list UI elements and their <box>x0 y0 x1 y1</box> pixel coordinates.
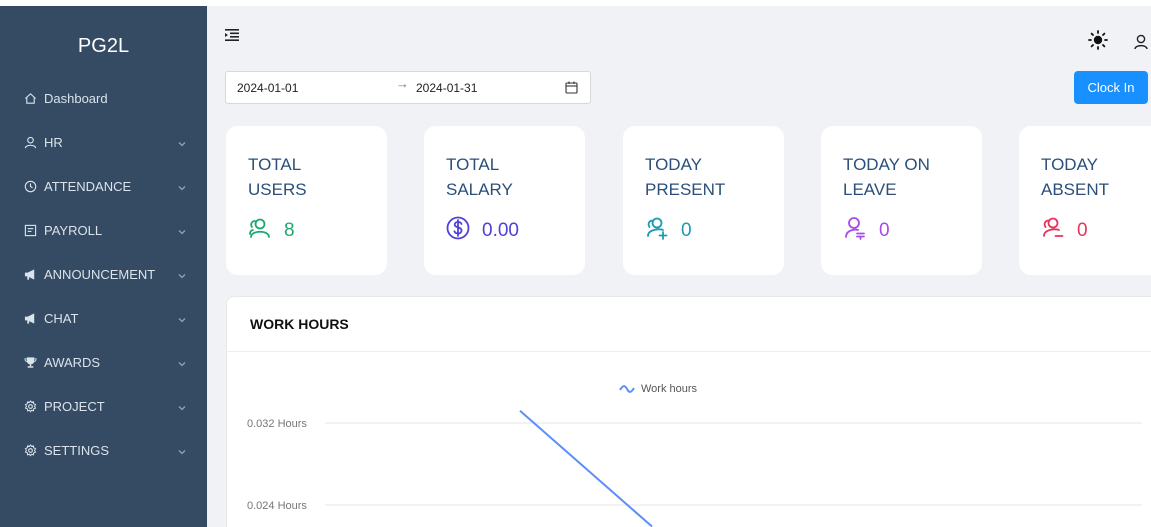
work-hours-panel: WORK HOURS 0.032 Hours 0.024 Hours Work h… <box>226 296 1151 527</box>
sun-icon[interactable] <box>1088 30 1108 50</box>
stat-label: TODAY ON LEAVE <box>843 152 958 202</box>
y-tick-label: 0.032 Hours <box>247 418 307 430</box>
stat-value: 0 <box>681 219 692 241</box>
stat-value: 0 <box>879 219 890 241</box>
stat-label-line2: ABSENT <box>1041 180 1110 199</box>
series-line-work-hours[interactable] <box>519 409 653 527</box>
chevron-down-icon <box>177 357 187 367</box>
menu-fold-icon[interactable] <box>225 28 239 46</box>
stat-label: TODAY ABSENT <box>1041 152 1151 202</box>
end-date-input[interactable]: 2024-01-31 <box>416 81 477 95</box>
stat-card: TODAY PRESENT 0 <box>623 126 784 275</box>
sidebar-item-attendance[interactable]: ATTENDANCE <box>0 164 207 208</box>
stat-card: TOTAL USERS 8 <box>226 126 387 275</box>
stat-label: TOTAL SALARY <box>446 152 561 202</box>
home-icon <box>22 90 38 106</box>
stat-label: TODAY PRESENT <box>645 152 760 202</box>
chevron-down-icon <box>177 313 187 323</box>
brand-logo[interactable]: PG2L <box>0 6 207 78</box>
users-icon <box>248 216 272 245</box>
stat-label-line2: LEAVE <box>843 180 897 199</box>
chevron-down-icon <box>177 225 187 235</box>
gear-icon <box>22 442 38 458</box>
clock-in-button[interactable]: Clock In <box>1074 71 1148 104</box>
trophy-icon <box>22 354 38 370</box>
chevron-down-icon <box>177 137 187 147</box>
calendar-icon[interactable] <box>565 81 578 94</box>
sidebar-item-label: PROJECT <box>44 398 105 414</box>
stat-label-line1: TODAY <box>645 155 702 174</box>
stat-label-line1: TODAY ON <box>843 155 930 174</box>
sidebar-item-project[interactable]: PROJECT <box>0 384 207 428</box>
stat-label-line1: TODAY <box>1041 155 1098 174</box>
sidebar-item-label: AWARDS <box>44 354 101 370</box>
stat-value: 0.00 <box>482 219 519 241</box>
stat-label-line2: PRESENT <box>645 180 726 199</box>
work-hours-chart: 0.032 Hours 0.024 Hours <box>247 409 1142 527</box>
sidebar-item-label: ATTENDANCE <box>44 178 132 194</box>
megaphone-icon <box>22 266 38 282</box>
stat-card: TOTAL SALARY 0.00 <box>424 126 585 275</box>
sidebar-item-awards[interactable]: AWARDS <box>0 340 207 384</box>
range-separator: → <box>396 76 409 91</box>
chevron-down-icon <box>177 445 187 455</box>
sidebar-item-payroll[interactable]: PAYROLL <box>0 208 207 252</box>
megaphone-icon <box>22 310 38 326</box>
chevron-down-icon <box>177 181 187 191</box>
legend-label: Work hours <box>641 383 698 395</box>
chevron-down-icon <box>177 269 187 279</box>
sidebar-item-label: CHAT <box>44 310 79 326</box>
stat-card: TODAY ABSENT 0 <box>1019 126 1151 275</box>
user-leave-icon <box>843 216 867 245</box>
form-icon <box>22 222 38 238</box>
stat-value: 0 <box>1077 219 1088 241</box>
sidebar-item-label: ANNOUNCEMENT <box>44 266 156 282</box>
stat-value: 8 <box>284 219 295 241</box>
gear-icon <box>22 398 38 414</box>
stat-label-line2: SALARY <box>446 180 513 199</box>
stat-label-line2: USERS <box>248 180 307 199</box>
main-content: 2024-01-01 → 2024-01-31 Clock In TOTAL US… <box>207 0 1151 527</box>
y-tick-label: 0.024 Hours <box>247 500 307 512</box>
stat-label-line1: TOTAL <box>248 155 302 174</box>
sidebar-item-label: HR <box>44 134 63 150</box>
stat-label: TOTAL USERS <box>248 152 363 202</box>
dollar-icon <box>446 216 470 245</box>
legend-line-icon <box>619 385 635 393</box>
sidebar-item-label: PAYROLL <box>44 222 103 238</box>
sidebar-item-dashboard[interactable]: Dashboard <box>0 78 207 118</box>
start-date-input[interactable]: 2024-01-01 <box>237 81 298 95</box>
user-icon[interactable] <box>1134 34 1148 50</box>
user-add-icon <box>645 216 669 245</box>
sidebar-item-announcement[interactable]: ANNOUNCEMENT <box>0 252 207 296</box>
sidebar-item-settings[interactable]: SETTINGS <box>0 428 207 472</box>
clock-icon <box>22 178 38 194</box>
stat-card: TODAY ON LEAVE 0 <box>821 126 982 275</box>
user-icon <box>22 134 38 150</box>
chevron-down-icon <box>177 401 187 411</box>
sidebar: PG2L Dashboard HR ATTENDANCE PAYROLL ANNOUNC… <box>0 0 207 527</box>
date-range-picker[interactable]: 2024-01-01 → 2024-01-31 <box>225 71 591 104</box>
sidebar-item-chat[interactable]: CHAT <box>0 296 207 340</box>
sidebar-menu: Dashboard HR ATTENDANCE PAYROLL ANNOUNCEMENT… <box>0 78 207 472</box>
sidebar-item-label: SETTINGS <box>44 442 110 458</box>
user-remove-icon <box>1041 216 1065 245</box>
sidebar-item-hr[interactable]: HR <box>0 120 207 164</box>
sidebar-item-label: Dashboard <box>44 90 108 106</box>
chart-legend[interactable]: Work hours <box>619 383 697 395</box>
stat-label-line1: TOTAL <box>446 155 500 174</box>
